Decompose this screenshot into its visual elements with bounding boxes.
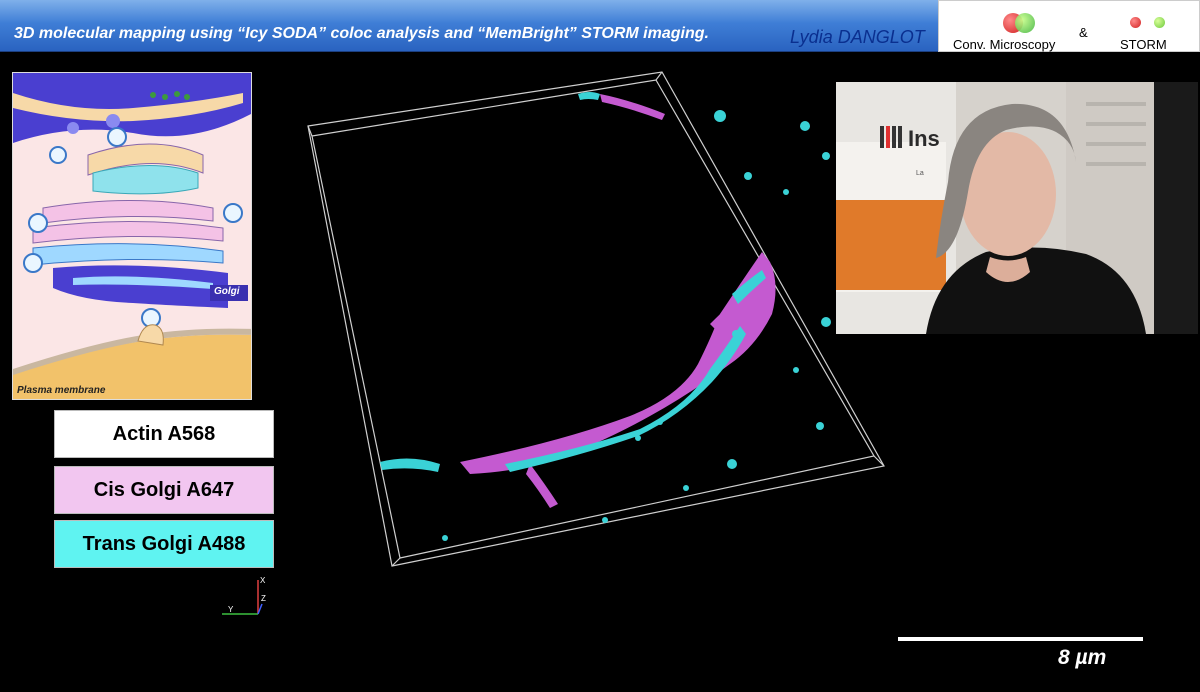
ampersand-label: & — [1079, 25, 1088, 40]
scale-bar — [898, 637, 1143, 641]
presenter-webcam: Ins La — [836, 82, 1198, 334]
green-dot-icon — [1154, 17, 1165, 28]
legend-actin: Actin A568 — [54, 410, 274, 458]
scale-bar-label: 8 µm — [1058, 646, 1107, 669]
presenter-video — [836, 82, 1198, 334]
legend-actin-label: Actin A568 — [112, 422, 216, 445]
legend-cis-golgi: Cis Golgi A647 — [54, 466, 274, 514]
conv-microscopy-label: Conv. Microscopy — [953, 37, 1056, 52]
legend-trans-golgi-label: Trans Golgi A488 — [82, 532, 246, 555]
storm-3d-render[interactable] — [300, 64, 920, 584]
legend-cis-golgi-label: Cis Golgi A647 — [93, 478, 235, 501]
axis-y-label: Y — [228, 605, 234, 614]
cis-golgi-signal — [460, 94, 776, 508]
golgi-label: Golgi — [214, 286, 240, 297]
storm-label: STORM — [1120, 37, 1167, 52]
webcam-logo-text: Ins — [908, 126, 940, 151]
author-name: Lydia DANGLOT — [790, 27, 925, 47]
green-circle-icon — [1015, 13, 1035, 33]
axes-indicator: X Y Z — [222, 576, 266, 615]
axis-z-label: Z — [261, 594, 266, 603]
golgi-schematic: Golgi Plasma membrane — [12, 72, 252, 400]
golgi-diagram — [13, 73, 251, 399]
slide-title: 3D molecular mapping using “Icy SODA” co… — [14, 25, 709, 42]
red-dot-icon — [1130, 17, 1141, 28]
imaging-legend: Conv. Microscopy & STORM — [938, 0, 1200, 52]
webcam-sub-text: La — [916, 170, 924, 177]
bounding-box — [307, 71, 885, 567]
plasma-membrane-label: Plasma membrane — [17, 385, 106, 396]
legend-trans-golgi: Trans Golgi A488 — [54, 520, 274, 568]
title-bar: 3D molecular mapping using “Icy SODA” co… — [0, 0, 938, 52]
axis-x-label: X — [260, 576, 266, 585]
